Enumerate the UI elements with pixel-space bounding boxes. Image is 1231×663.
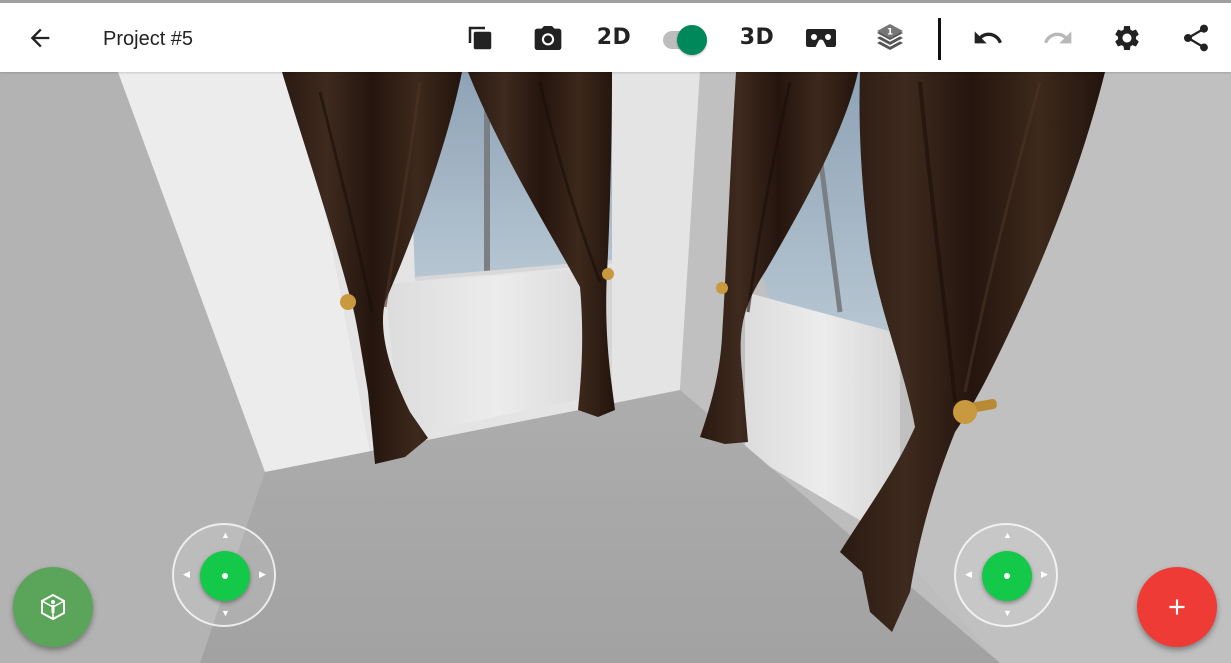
arrow-down-icon: ▼ (1003, 608, 1012, 618)
redo-button[interactable] (1040, 3, 1076, 72)
copy-icon (468, 26, 492, 49)
gear-icon (1115, 25, 1139, 50)
screenshot-button[interactable] (530, 3, 566, 72)
arrow-left-icon: ◀ (183, 569, 190, 579)
joystick-knob[interactable] (982, 551, 1032, 601)
view-2d-button[interactable]: 2D (594, 3, 634, 72)
copy-button[interactable] (462, 3, 498, 72)
toggle-knob (677, 25, 707, 55)
plus-icon (1169, 599, 1185, 615)
arrow-left-icon (30, 28, 50, 47)
tieback-knob (340, 294, 356, 310)
look-joystick[interactable]: ▲ ▼ ◀ ▶ (954, 523, 1058, 627)
share-icon (1184, 24, 1208, 51)
walk-mode-button[interactable] (13, 567, 93, 647)
tieback-knob (716, 282, 728, 294)
layer-number: 1 (887, 27, 893, 37)
project-title: Project #5 (103, 28, 194, 50)
add-button[interactable] (1137, 567, 1217, 647)
undo-button[interactable] (970, 3, 1006, 72)
tieback-knob (602, 268, 614, 280)
back-button[interactable] (20, 3, 60, 72)
arrow-right-icon: ▶ (1041, 569, 1048, 579)
settings-button[interactable] (1109, 3, 1145, 72)
vr-headset-icon (806, 28, 836, 47)
layers-icon: 1 (877, 23, 903, 50)
camera-icon (534, 25, 562, 50)
tieback-knob (953, 400, 977, 424)
arrow-left-icon: ◀ (965, 569, 972, 579)
layers-button[interactable]: 1 (872, 3, 908, 72)
joystick-knob[interactable] (200, 551, 250, 601)
vr-button[interactable] (803, 3, 839, 72)
view-3d-button[interactable]: 3D (737, 3, 777, 72)
arrow-down-icon: ▼ (221, 608, 230, 618)
arrow-up-icon: ▲ (221, 530, 230, 540)
undo-icon (974, 30, 1002, 43)
joystick-center-dot (222, 573, 228, 579)
toolbar-divider (938, 18, 941, 60)
movement-joystick[interactable]: ▲ ▼ ◀ ▶ (172, 523, 276, 627)
top-toolbar: Project #5 2D 3D 1 (0, 0, 1231, 72)
arrow-right-icon: ▶ (259, 569, 266, 579)
arrow-up-icon: ▲ (1003, 530, 1012, 540)
share-button[interactable] (1178, 3, 1214, 72)
joystick-center-dot (1004, 573, 1010, 579)
walk-mode-icon (41, 593, 65, 621)
redo-icon (1044, 30, 1072, 43)
